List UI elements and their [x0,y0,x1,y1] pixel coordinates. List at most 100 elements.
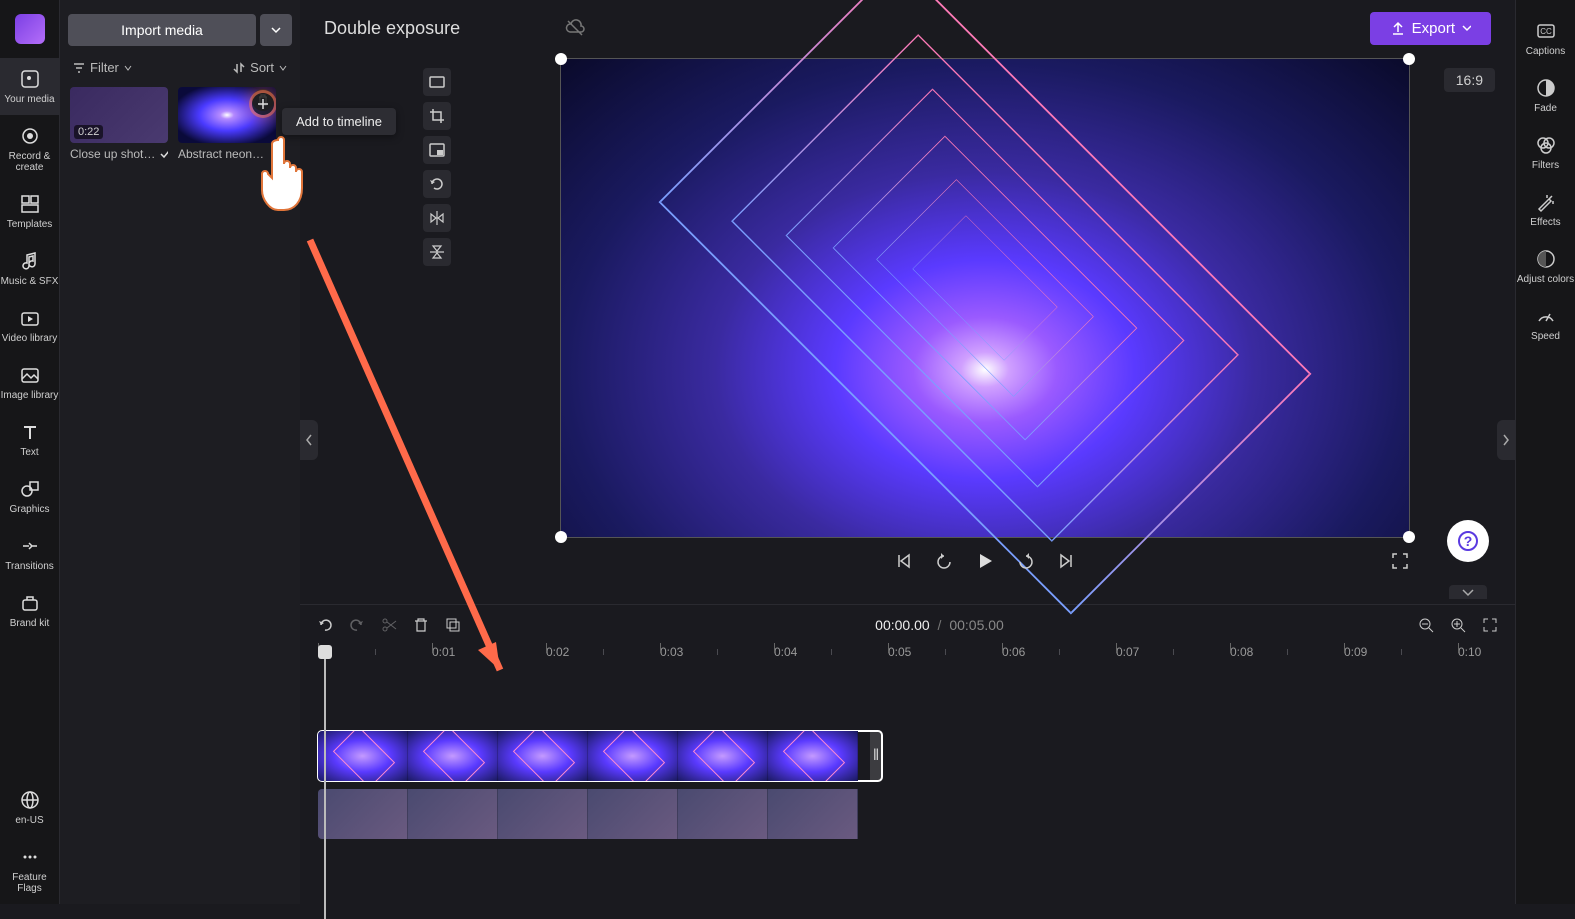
zoom-in-button[interactable] [1449,616,1467,634]
ruler-minor-tick [831,649,832,655]
sidebar-item-image-library[interactable]: Image library [0,354,60,411]
import-media-dropdown[interactable] [260,14,292,46]
sidebar-item-label: en-US [15,815,43,826]
rightbar-item-label: Effects [1530,217,1560,228]
sidebar-item-transitions[interactable]: Transitions [0,525,60,582]
delete-button[interactable] [412,616,430,634]
split-button[interactable] [380,616,398,634]
sidebar-item-graphics[interactable]: Graphics [0,468,60,525]
tooltip-add-to-timeline: Add to timeline [282,108,396,135]
chevron-down-icon [278,63,288,73]
rightbar-item-label: Adjust colors [1517,274,1574,285]
ruler-tick: 0:06 [1002,645,1025,659]
zoom-fit-icon [1481,616,1499,634]
ruler-minor-tick [375,649,376,655]
sidebar-item-label: Text [20,447,38,458]
sidebar-item-templates[interactable]: Templates [0,183,60,240]
help-icon: ? [1457,530,1479,552]
fit-button[interactable] [423,68,451,96]
sidebar-item-feature-flags[interactable]: Feature Flags [0,836,60,904]
skip-fwd-button[interactable] [1016,551,1036,571]
add-to-timeline-button[interactable] [252,93,274,115]
sort-button[interactable]: Sort [232,60,288,75]
duplicate-button[interactable] [444,616,462,634]
ruler-tick: 0:02 [546,645,569,659]
cloud-sync-icon[interactable] [564,17,586,39]
filter-icon [72,61,86,75]
media-thumb-clip1[interactable]: 0:22 Close up shot… [70,87,168,161]
svg-text:?: ? [1464,533,1473,549]
undo-button[interactable] [316,616,334,634]
rightbar-item-adjust-colors[interactable]: Adjust colors [1516,238,1575,295]
chevron-left-icon [304,433,314,447]
rotate-button[interactable] [423,170,451,198]
resize-handle-tl[interactable] [555,53,567,65]
rightbar-item-fade[interactable]: Fade [1516,67,1575,124]
undo-icon [316,616,334,634]
check-icon [159,148,168,160]
sidebar-item-video-library[interactable]: Video library [0,297,60,354]
rightbar-item-speed[interactable]: Speed [1516,295,1575,352]
video-library-icon [19,307,41,329]
ruler-minor-tick [1287,649,1288,655]
play-icon [974,550,996,572]
timeline-expand-toggle[interactable] [1449,585,1487,599]
clip-trim-right[interactable]: ‖ [870,731,882,781]
sidebar-item-record-create[interactable]: Record & create [0,115,60,183]
project-title-input[interactable] [324,18,544,39]
rightbar-item-filters[interactable]: Filters [1516,124,1575,181]
rightbar-item-captions[interactable]: CC Captions [1516,10,1575,67]
filter-button[interactable]: Filter [72,60,133,75]
pip-button[interactable] [423,136,451,164]
redo-button[interactable] [348,616,366,634]
flip-v-button[interactable] [423,238,451,266]
play-button[interactable] [974,550,996,572]
skip-end-button[interactable] [1056,551,1076,571]
skip-fwd-icon [1016,551,1036,571]
sidebar-item-lang[interactable]: en-US [0,779,60,836]
record-icon [19,125,41,147]
import-media-button[interactable]: Import media [68,14,256,46]
sidebar-item-music-sfx[interactable]: Music & SFX [0,240,60,297]
ruler-tick: 0:10 [1458,645,1481,659]
graphics-icon [19,478,41,500]
ruler-tick: 0:03 [660,645,683,659]
export-button[interactable]: Export [1370,12,1491,45]
filter-label: Filter [90,60,119,75]
zoom-out-icon [1417,616,1435,634]
sidebar-item-label: Record & create [0,151,60,173]
rightbar-item-effects[interactable]: Effects [1516,181,1575,238]
timeline-playhead[interactable] [318,645,332,659]
resize-handle-tr[interactable] [1403,53,1415,65]
scissors-icon [380,616,398,634]
flip-h-button[interactable] [423,204,451,232]
collapse-media-panel[interactable] [300,420,318,460]
fullscreen-button[interactable] [1390,551,1410,571]
svg-text:CC: CC [1540,27,1552,36]
sidebar-item-your-media[interactable]: Your media [0,58,60,115]
sidebar-item-text[interactable]: Text [0,411,60,468]
sort-icon [232,61,246,75]
ruler-tick: 0:07 [1116,645,1139,659]
skip-start-button[interactable] [894,551,914,571]
ruler-minor-tick [1059,649,1060,655]
adjust-colors-icon [1535,248,1557,270]
help-button[interactable]: ? [1447,520,1489,562]
timeline-clip-closeup[interactable] [318,789,882,839]
zoom-out-button[interactable] [1417,616,1435,634]
aspect-ratio-button[interactable]: 16:9 [1444,68,1495,92]
skip-back-button[interactable] [934,551,954,571]
crop-button[interactable] [423,102,451,130]
timeline-ruler[interactable]: 00:010:020:030:040:050:060:070:080:090:1… [318,645,1515,671]
zoom-fit-button[interactable] [1481,616,1499,634]
duplicate-icon [444,616,462,634]
fullscreen-icon [1390,551,1410,571]
preview-canvas[interactable] [560,58,1410,538]
app-logo[interactable] [15,14,45,44]
media-thumb-clip2[interactable]: Abstract neon… [178,87,276,161]
collapse-right-panel[interactable] [1497,420,1515,460]
timeline-clip-neon[interactable]: ‖ ‖ [318,731,882,781]
templates-icon [19,193,41,215]
redo-icon [348,616,366,634]
sidebar-item-brand-kit[interactable]: Brand kit [0,582,60,639]
